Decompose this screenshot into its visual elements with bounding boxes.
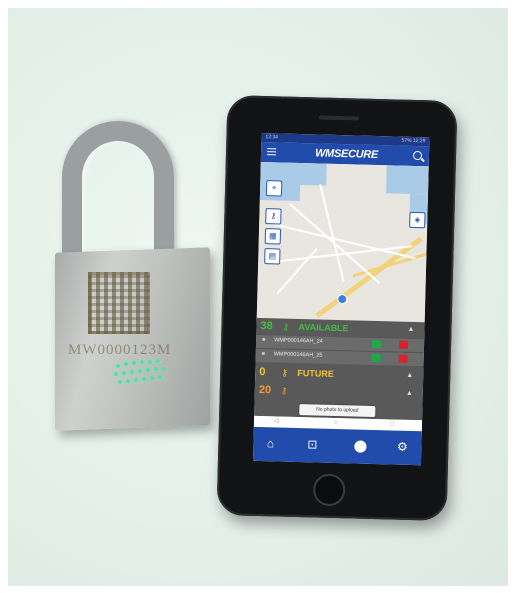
recents-icon[interactable]: □ (390, 419, 394, 430)
led (126, 379, 130, 383)
unlock-icon[interactable] (371, 353, 381, 363)
engraved-serial: MW0000123M (68, 342, 172, 358)
key-icon[interactable]: ⚷ (265, 208, 282, 225)
available-label: AVAILABLE (298, 322, 349, 334)
chevron-up-icon[interactable]: ▲ (406, 372, 413, 379)
app-title: WMSECURE (314, 147, 379, 162)
photo-scene: MW0000123M 12:34 57% 12:29 WMSECURE ⌖ ⚷ … (0, 0, 515, 593)
led (114, 372, 118, 376)
future-label: FUTURE (297, 367, 334, 379)
lock-icon[interactable] (398, 340, 409, 349)
lock-id: WMP000146AH_24 (274, 337, 323, 345)
padlock-engraving: MW0000123M (68, 262, 186, 412)
chevron-up-icon[interactable]: ▲ (407, 326, 414, 333)
led-array (110, 358, 180, 398)
search-icon[interactable] (412, 150, 423, 161)
expired-count: 20 (258, 383, 272, 397)
led (146, 368, 150, 372)
key-icon: ⚷ (281, 367, 289, 378)
hamburger-icon[interactable] (266, 148, 277, 156)
led (154, 367, 158, 371)
smartphone: 12:34 57% 12:29 WMSECURE ⌖ ⚷ ▦ ▤ ◈ 38 ⚷ … (216, 95, 458, 521)
map-street (276, 247, 318, 295)
lock-icon[interactable] (398, 354, 408, 363)
available-count: 38 (260, 320, 273, 333)
lock-icon[interactable]: ⊡ (305, 437, 319, 451)
gear-icon[interactable]: ⚙ (395, 440, 409, 454)
target-icon[interactable]: ⌖ (265, 180, 283, 197)
status-row-future[interactable]: 0 ⚷ FUTURE ▲ (255, 364, 423, 383)
led (156, 359, 160, 363)
map-pin-icon[interactable]: ⬤ (353, 438, 368, 452)
future-count: 0 (259, 365, 266, 379)
led (158, 375, 162, 379)
list-bullet: ■ (262, 337, 266, 344)
led (138, 369, 142, 373)
map-road (352, 251, 429, 278)
led (124, 362, 128, 366)
led (134, 378, 138, 382)
led (118, 380, 122, 384)
led (116, 364, 120, 368)
bottom-tab-bar: ⌂ ⊡ ⬤ ⚙ (252, 426, 422, 466)
led (122, 371, 126, 375)
list-item[interactable]: ■ WMP000146AH_25 (255, 347, 424, 367)
back-icon[interactable]: ◁ (274, 416, 279, 427)
phone-screen: 12:34 57% 12:29 WMSECURE ⌖ ⚷ ▦ ▤ ◈ 38 ⚷ … (252, 132, 430, 466)
map-water (386, 165, 429, 195)
led (142, 377, 146, 381)
calendar-icon[interactable]: ▦ (264, 228, 282, 245)
chevron-up-icon[interactable]: ▲ (406, 390, 413, 397)
engraved-qr-code (88, 272, 150, 334)
lock-id: WMP000146AH_25 (273, 351, 323, 359)
key-icon: ⚷ (282, 321, 290, 332)
led (130, 370, 134, 374)
map-road (315, 236, 423, 318)
map-view[interactable]: ⌖ ⚷ ▦ ▤ ◈ (256, 161, 429, 323)
list-bullet: ■ (261, 351, 266, 358)
clipboard-icon[interactable]: ▤ (264, 248, 281, 265)
led (140, 360, 144, 364)
led (150, 376, 154, 380)
key-icon: ⚷ (280, 385, 288, 396)
map-water (298, 162, 327, 186)
status-left: 12:34 (265, 134, 279, 141)
home-icon[interactable]: ⌂ (263, 436, 277, 450)
layers-icon[interactable]: ◈ (409, 211, 426, 229)
status-row-expired[interactable]: 20 ⚷ ▲ (255, 382, 423, 401)
led (132, 361, 136, 365)
toast-message: No photo to upload (299, 404, 376, 418)
home-circle-icon[interactable]: ○ (334, 418, 338, 429)
led (148, 360, 152, 364)
led (162, 367, 166, 371)
unlock-icon[interactable] (371, 339, 382, 349)
location-pin[interactable] (337, 294, 348, 305)
